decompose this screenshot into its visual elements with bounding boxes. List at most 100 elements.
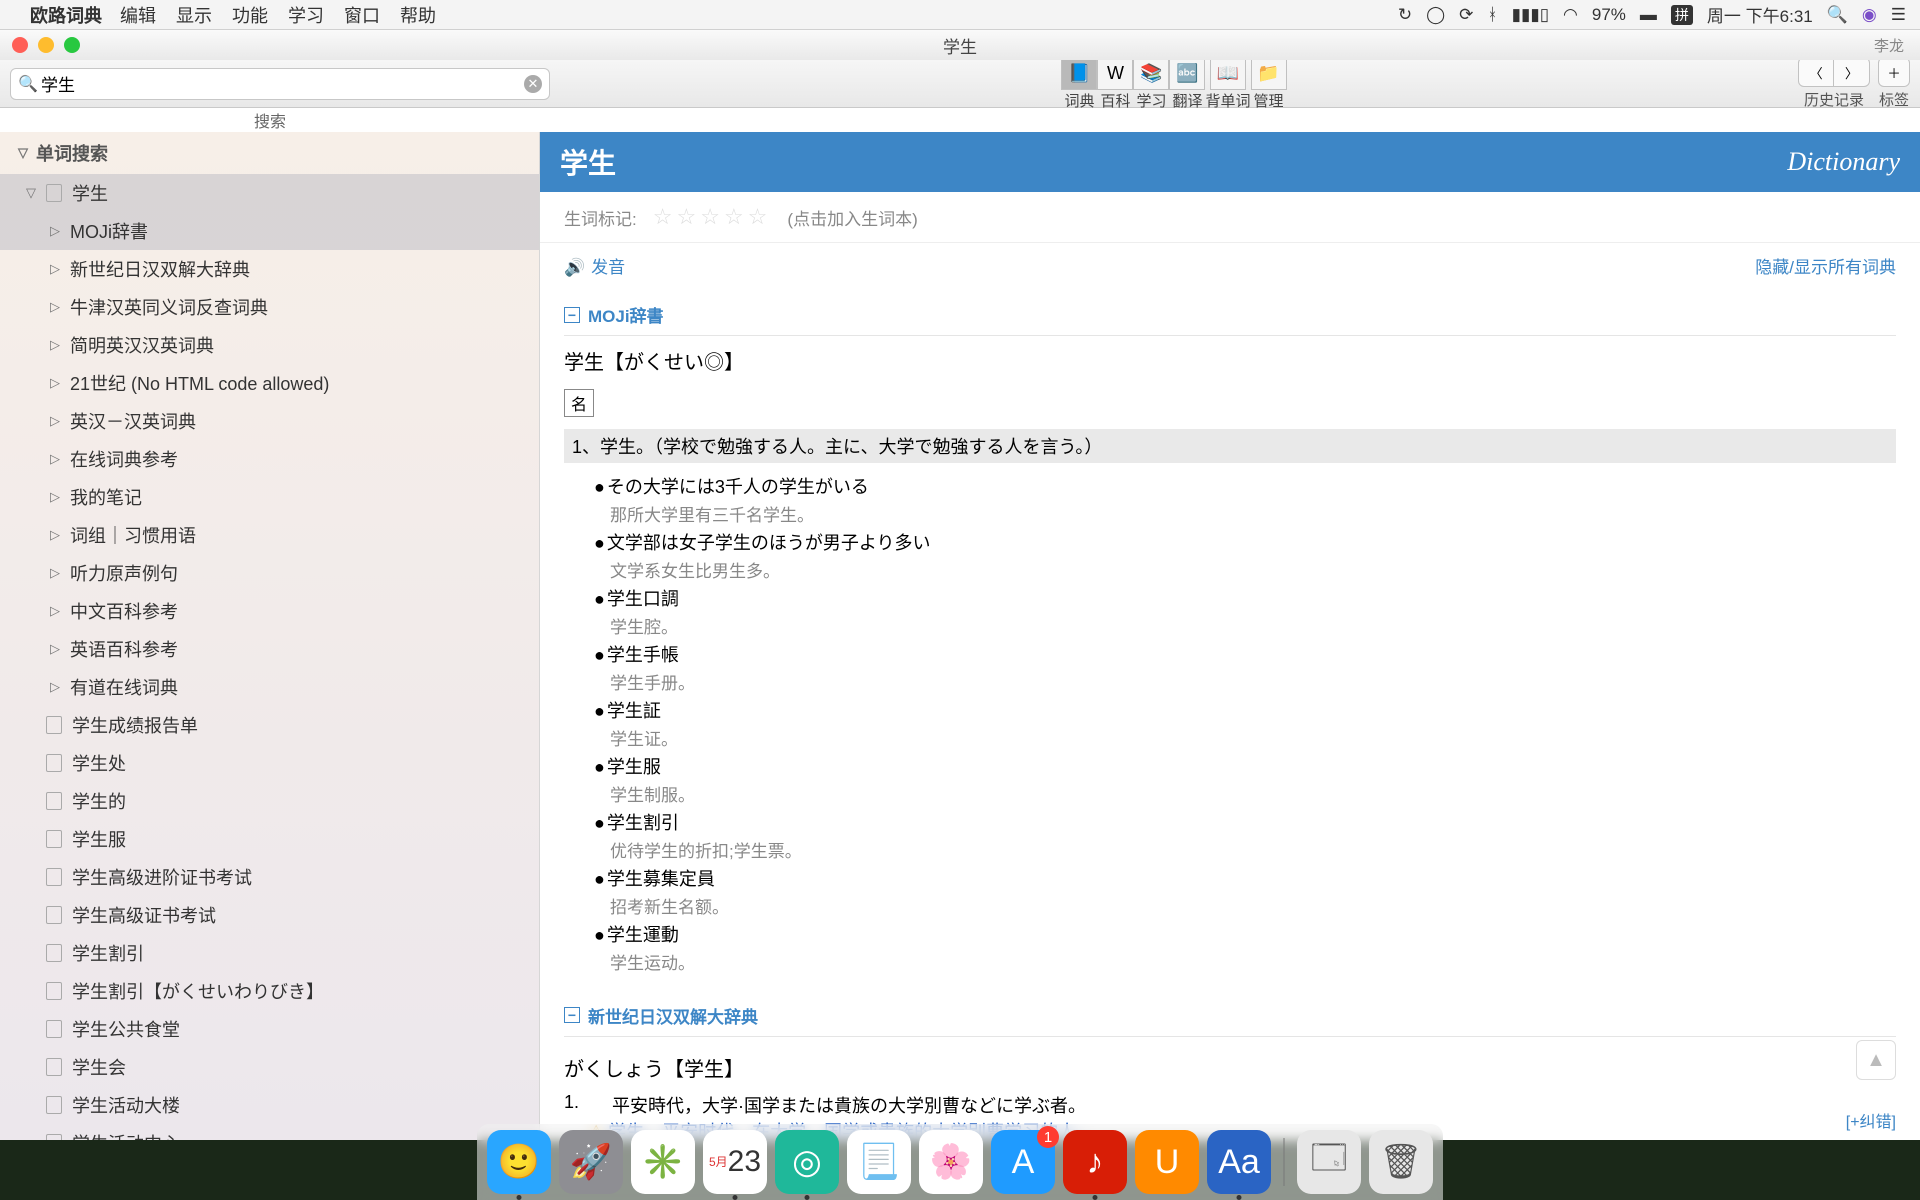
sidebar-dict-ref[interactable]: ▷英汉－汉英词典 [0,402,539,440]
close-button[interactable] [12,37,28,53]
dock-area: 🙂🚀✳️5月23◎📃🌸A1♪UAa 🗔🗑 [0,1120,1920,1200]
dock: 🙂🚀✳️5月23◎📃🌸A1♪UAa 🗔🗑 [477,1124,1443,1200]
sidebar-dict-ref[interactable]: ▷新世纪日汉双解大辞典 [0,250,539,288]
siri-icon[interactable]: ◉ [1862,5,1877,25]
sidebar-dict-ref[interactable]: ▷有道在线词典 [0,668,539,706]
sidebar-related-item[interactable]: 学生会 [0,1048,539,1086]
forward-button[interactable]: 〉 [1834,57,1870,87]
mode-翻译[interactable]: 🔤 [1169,56,1205,90]
minimize-button[interactable] [38,37,54,53]
sidebar-dict-ref[interactable]: ▷在线词典参考 [0,440,539,478]
pos-badge: 名 [564,389,594,417]
sidebar-dict-ref[interactable]: ▷简明英汉汉英词典 [0,326,539,364]
dock-reminders[interactable]: 📃 [847,1130,911,1194]
bluetooth-icon[interactable]: ᚼ [1487,5,1497,25]
rating-stars[interactable]: ☆☆☆☆☆ [653,204,772,230]
add-bookmark-button[interactable]: ＋ [1878,57,1910,87]
menu-help[interactable]: 帮助 [400,2,436,28]
toolbar: 🔍 ✕ 📘词典W百科📚学习🔤翻译📖背单词📁管理 〈 〉 历史记录 ＋ 标签 [0,60,1920,108]
dock-green-app[interactable]: ◎ [775,1130,839,1194]
menu-edit[interactable]: 编辑 [120,2,156,28]
mode-背单词[interactable]: 📖 [1210,56,1246,90]
scroll-to-top-button[interactable]: ▲ [1856,1040,1896,1080]
sidebar-dict-ref[interactable]: ▷21世纪 (No HTML code allowed) [0,364,539,402]
search-section-label: 搜索 [0,108,540,132]
sidebar-heading[interactable]: ▽ 单词搜索 [0,132,539,174]
mode-词典[interactable]: 📘 [1061,56,1097,90]
pronounce-link[interactable]: 🔊发音 [564,253,625,278]
document-icon [46,716,62,734]
zoom-button[interactable] [64,37,80,53]
battery-full-icon[interactable]: ▬ [1640,5,1657,25]
dock-uc[interactable]: U [1135,1130,1199,1194]
mode-学习[interactable]: 📚 [1133,56,1169,90]
sidebar-related-item[interactable]: 学生割引【がくせいわりびき】 [0,972,539,1010]
titlebar: 学生 李龙 [0,30,1920,60]
sidebar-related-item[interactable]: 学生的 [0,782,539,820]
collapse-icon[interactable]: − [564,1007,580,1023]
sidebar-related-item[interactable]: 学生高级证书考试 [0,896,539,934]
loop-icon[interactable]: ↻ [1398,5,1412,25]
dock-netease[interactable]: ♪ [1063,1130,1127,1194]
dock-calendar[interactable]: 5月23 [703,1130,767,1194]
datetime[interactable]: 周一 下午6:31 [1707,2,1813,27]
sidebar-related-item[interactable]: 学生公共食堂 [0,1010,539,1048]
document-icon [46,944,62,962]
dock-eudic[interactable]: Aa [1207,1130,1271,1194]
sidebar-dict-ref[interactable]: ▷英语百科参考 [0,630,539,668]
sync-icon[interactable]: ⟳ [1459,5,1473,25]
app-name[interactable]: 欧路词典 [30,2,102,28]
sidebar-dict-ref[interactable]: ▷中文百科参考 [0,592,539,630]
dict-section-title[interactable]: − 新世纪日汉双解大辞典 [564,995,1896,1037]
running-indicator [1093,1195,1098,1200]
circle-icon[interactable]: ◯ [1426,5,1445,25]
sidebar-dict-ref[interactable]: ▷听力原声例句 [0,554,539,592]
wifi-icon[interactable]: ◠ [1563,5,1578,25]
dock-launchpad[interactable]: 🚀 [559,1130,623,1194]
dock-photos-wheel[interactable]: ✳️ [631,1130,695,1194]
sidebar-related-item[interactable]: 学生处 [0,744,539,782]
document-icon [46,792,62,810]
collapse-icon[interactable]: − [564,307,580,323]
document-icon [46,754,62,772]
spotlight-icon[interactable]: 🔍 [1827,5,1848,25]
sidebar-related-item[interactable]: 学生割引 [0,934,539,972]
sidebar-related-item[interactable]: 学生活动大楼 [0,1086,539,1124]
example-row: 学生割引优待学生的折扣;学生票。 [594,809,1896,865]
dock-photos[interactable]: 🌸 [919,1130,983,1194]
disclosure-icon: ▷ [50,489,60,505]
sidebar-dict-ref[interactable]: ▷词组｜习惯用语 [0,516,539,554]
menu-display[interactable]: 显示 [176,2,212,28]
dock-desktop-file[interactable]: 🗔 [1297,1130,1361,1194]
sidebar-dict-ref[interactable]: ▷牛津汉英同义词反查词典 [0,288,539,326]
back-button[interactable]: 〈 [1798,57,1834,87]
disclosure-icon: ▷ [50,337,60,353]
menu-window[interactable]: 窗口 [344,2,380,28]
search-field-wrap: 🔍 ✕ [10,68,550,100]
sidebar-dict-ref[interactable]: ▷我的笔记 [0,478,539,516]
sidebar-related-item[interactable]: 学生高级进阶证书考试 [0,858,539,896]
sidebar-related-item[interactable]: 学生服 [0,820,539,858]
mode-百科[interactable]: W [1097,56,1133,90]
mode-管理[interactable]: 📁 [1251,56,1287,90]
battery-pct: 97% [1592,5,1626,25]
entry-content[interactable]: 学生 Dictionary 生词标记: ☆☆☆☆☆ (点击加入生词本) 🔊发音 … [540,132,1920,1140]
wordbook-hint[interactable]: (点击加入生词本) [787,205,917,230]
dict-section-title[interactable]: − MOJi辞書 [564,294,1896,336]
sidebar-related-item[interactable]: 学生成绩报告单 [0,706,539,744]
dock-finder[interactable]: 🙂 [487,1130,551,1194]
battery-icon[interactable]: ▮▮▮▯ [1512,5,1549,25]
notification-center-icon[interactable]: ☰ [1891,5,1906,25]
example-row: 学生手帳学生手册。 [594,641,1896,697]
menu-study[interactable]: 学习 [288,2,324,28]
search-input[interactable] [10,68,550,100]
toggle-all-dicts-link[interactable]: 隐藏/显示所有词典 [1755,253,1896,278]
menu-function[interactable]: 功能 [232,2,268,28]
input-method-icon[interactable]: 拼 [1671,5,1693,25]
dock-trash[interactable]: 🗑 [1369,1130,1433,1194]
sidebar[interactable]: ▽ 单词搜索 ▽ 学生 ▷MOJi辞書▷新世纪日汉双解大辞典▷牛津汉英同义词反查… [0,132,540,1140]
sidebar-dict-ref[interactable]: ▷MOJi辞書 [0,212,539,250]
sidebar-headword[interactable]: ▽ 学生 [0,174,539,212]
clear-search-button[interactable]: ✕ [524,75,542,93]
dock-appstore[interactable]: A1 [991,1130,1055,1194]
